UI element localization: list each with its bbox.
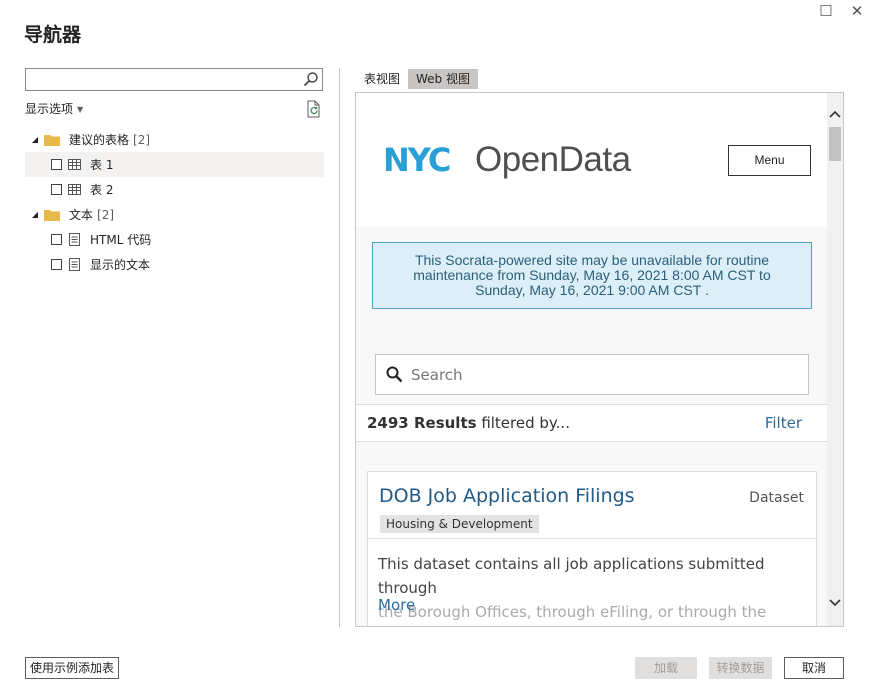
description-line: the Borough Offices, through eFiling, or… [378, 603, 767, 621]
tree-item-html-code[interactable]: HTML 代码 [25, 227, 324, 252]
results-count: 2493 Results [367, 414, 477, 432]
site-header: NYC OpenData Menu [356, 93, 827, 226]
tree-item-label: HTML 代码 [90, 233, 152, 247]
table-icon [68, 183, 81, 196]
cancel-button[interactable]: 取消 [784, 657, 844, 679]
alert-line: This Socrata-powered site may be unavail… [414, 252, 770, 268]
folder-icon [44, 209, 60, 221]
results-summary: 2493 Results filtered by... [367, 414, 570, 432]
site-search-input[interactable] [411, 365, 791, 384]
tab-web-view[interactable]: Web 视图 [408, 69, 478, 89]
refresh-icon[interactable] [306, 100, 322, 118]
alert-line: maintenance from Sunday, May 16, 2021 8:… [413, 267, 771, 283]
svg-text:NYC: NYC [383, 145, 450, 175]
expand-triangle-icon[interactable]: ◢ [29, 135, 41, 144]
logo-opendata-text: OpenData [475, 140, 631, 179]
add-table-using-examples-button[interactable]: 使用示例添加表 [25, 657, 119, 679]
nyc-logo-icon: NYC [383, 145, 452, 175]
maintenance-alert: This Socrata-powered site may be unavail… [372, 242, 812, 309]
tree-folder-label: 文本 [69, 208, 94, 222]
dataset-title-link[interactable]: DOB Job Application Filings [379, 485, 635, 507]
tree-folder-count: [2] [97, 207, 115, 222]
view-tabs: 表视图 Web 视图 [356, 69, 478, 89]
more-link[interactable]: More [378, 596, 415, 614]
menu-button[interactable]: Menu [728, 145, 811, 176]
filter-link[interactable]: Filter [765, 414, 802, 432]
pane-divider[interactable] [339, 68, 340, 627]
results-suffix: filtered by... [476, 414, 570, 432]
description-line: This dataset contains all job applicatio… [378, 555, 765, 597]
navigator-search [25, 68, 323, 91]
web-page: NYC OpenData Menu This Socrata-powered s… [356, 93, 827, 626]
checkbox[interactable] [51, 159, 62, 170]
close-button[interactable]: ✕ [847, 3, 867, 21]
transform-data-button[interactable]: 转换数据 [709, 657, 772, 679]
search-icon[interactable] [302, 71, 320, 88]
alert-line: Sunday, May 16, 2021 9:00 AM CST . [475, 282, 709, 298]
caret-down-icon: ▼ [77, 105, 84, 114]
dataset-type: Dataset [749, 490, 804, 506]
nyc-opendata-logo[interactable]: NYC OpenData [383, 140, 631, 180]
vertical-scrollbar[interactable] [827, 93, 843, 626]
search-icon [386, 366, 403, 383]
document-icon [68, 233, 81, 246]
web-preview: NYC OpenData Menu This Socrata-powered s… [355, 92, 844, 627]
tree-folder-count: [2] [133, 132, 151, 147]
scroll-up-icon[interactable] [828, 107, 842, 123]
tree-item-label: 表 1 [90, 158, 114, 172]
document-icon [68, 258, 81, 271]
dataset-card: DOB Job Application Filings Dataset Hous… [367, 471, 817, 626]
tree-item-label: 显示的文本 [90, 258, 151, 272]
tree-item-label: 表 2 [90, 183, 114, 197]
checkbox[interactable] [51, 184, 62, 195]
table-icon [68, 158, 81, 171]
category-tag[interactable]: Housing & Development [380, 515, 539, 533]
checkbox[interactable] [51, 234, 62, 245]
expand-triangle-icon[interactable]: ◢ [29, 210, 41, 219]
results-bar: 2493 Results filtered by... Filter [356, 404, 827, 442]
card-divider [368, 538, 816, 539]
tab-table-view[interactable]: 表视图 [356, 69, 408, 89]
navigator-tree: ◢ 建议的表格 [2] 表 1 表 2 ◢ 文本 [2] HTML 代码 显示的… [25, 127, 324, 277]
dataset-description: This dataset contains all job applicatio… [378, 552, 808, 626]
scroll-down-icon[interactable] [828, 596, 842, 612]
site-search-box [375, 354, 809, 395]
scrollbar-thumb[interactable] [829, 127, 841, 161]
tree-item-table-2[interactable]: 表 2 [25, 177, 324, 202]
tree-folder-text[interactable]: ◢ 文本 [2] [25, 202, 324, 227]
folder-icon [44, 134, 60, 146]
tree-item-displayed-text[interactable]: 显示的文本 [25, 252, 324, 277]
maximize-button[interactable]: ☐ [816, 3, 836, 21]
tree-folder-label: 建议的表格 [69, 133, 130, 147]
search-input[interactable] [26, 69, 296, 90]
load-button[interactable]: 加载 [635, 657, 697, 679]
dialog-title: 导航器 [24, 24, 82, 46]
tree-item-table-1[interactable]: 表 1 [25, 152, 324, 177]
checkbox[interactable] [51, 259, 62, 270]
display-options-dropdown[interactable]: 显示选项 ▼ [25, 100, 83, 117]
tree-folder-suggested-tables[interactable]: ◢ 建议的表格 [2] [25, 127, 324, 152]
display-options-label: 显示选项 [25, 102, 74, 116]
